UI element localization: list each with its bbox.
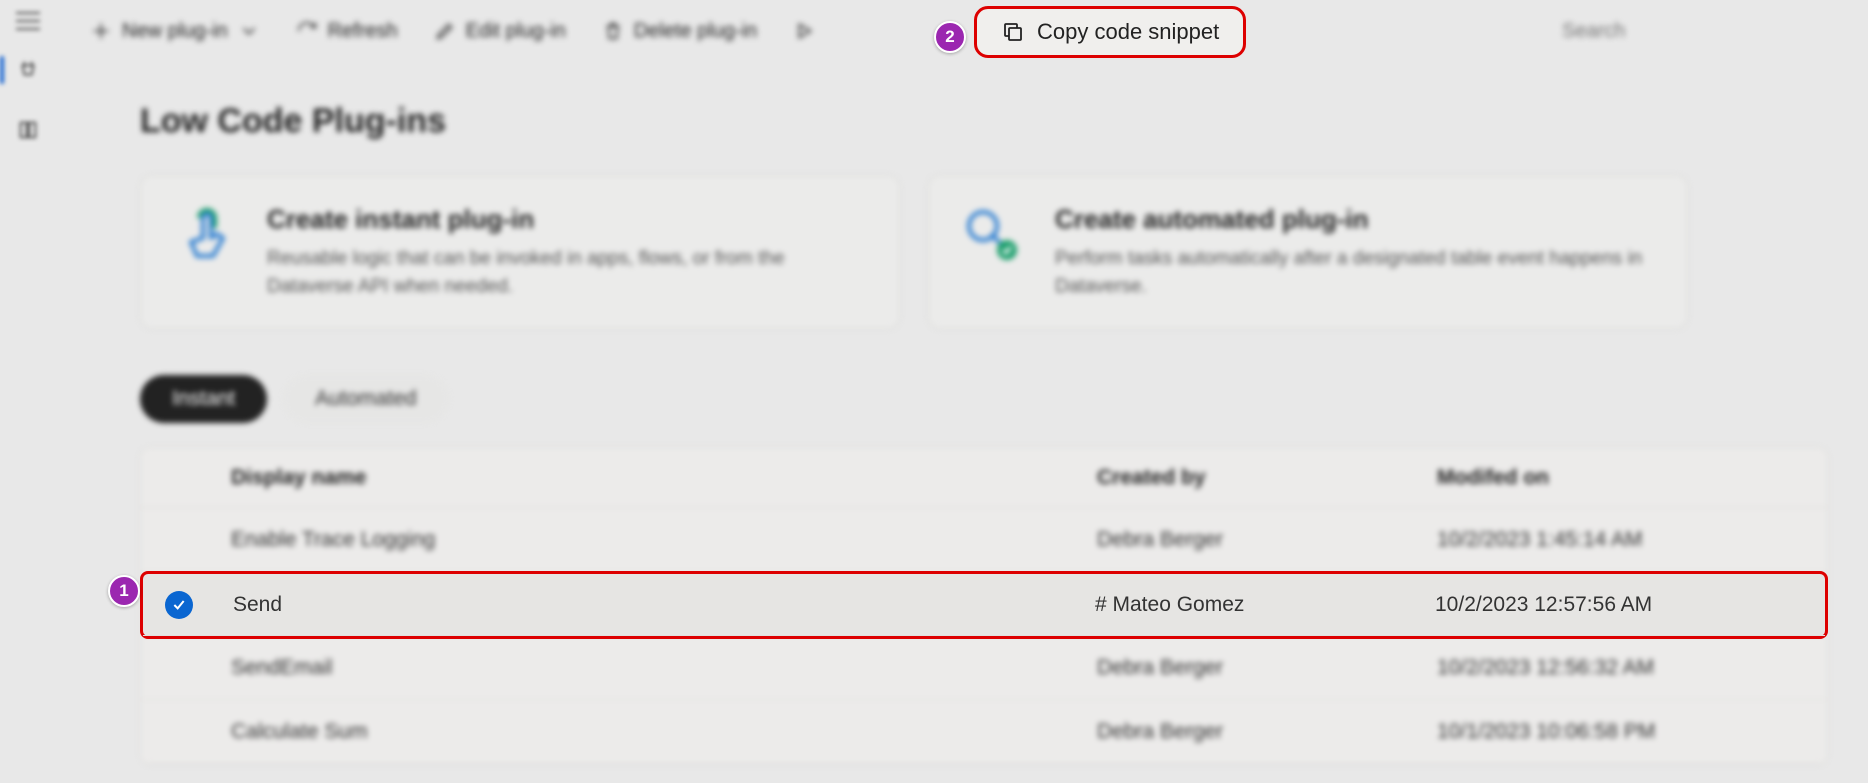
new-plugin-label: New plug-in: [122, 20, 228, 43]
edit-plugin-button[interactable]: Edit plug-in: [418, 12, 582, 51]
automated-card-title: Create automated plug-in: [1055, 204, 1655, 235]
col-modified-on[interactable]: Modifed on: [1437, 466, 1817, 490]
search-input-wrap: [1550, 12, 1850, 51]
selected-row-highlight: Send # Mateo Gomez 10/2/2023 12:57:56 AM: [140, 571, 1828, 639]
create-automated-card[interactable]: Create automated plug-in Perform tasks a…: [928, 175, 1688, 329]
edit-plugin-label: Edit plug-in: [466, 20, 566, 43]
cell-modified-on: 10/1/2023 10:06:58 PM: [1437, 720, 1817, 744]
col-created-by[interactable]: Created by: [1097, 466, 1437, 490]
table-row[interactable]: Calculate Sum Debra Berger 10/1/2023 10:…: [141, 700, 1827, 764]
cell-display-name: Enable Trace Logging: [231, 528, 1097, 552]
tab-instant[interactable]: Instant: [140, 375, 267, 423]
cell-created-by: Debra Berger: [1097, 656, 1437, 680]
table-row-selected[interactable]: Send # Mateo Gomez 10/2/2023 12:57:56 AM: [143, 574, 1825, 636]
search-input[interactable]: [1550, 12, 1850, 51]
cell-modified-on: 10/2/2023 12:57:56 AM: [1435, 593, 1815, 617]
cell-modified-on: 10/2/2023 12:56:32 AM: [1437, 656, 1817, 680]
delete-plugin-label: Delete plug-in: [634, 20, 757, 43]
hamburger-icon[interactable]: [16, 12, 40, 30]
tab-automated[interactable]: Automated: [283, 375, 449, 423]
row-checkmark-icon[interactable]: [165, 591, 193, 619]
col-display-name[interactable]: Display name: [231, 466, 1097, 490]
cell-modified-on: 10/2/2023 1:45:14 AM: [1437, 528, 1817, 552]
copy-snippet-label: Copy code snippet: [1037, 19, 1219, 45]
play-button[interactable]: [777, 12, 831, 50]
cell-display-name: Send: [233, 593, 1095, 617]
cell-created-by: # Mateo Gomez: [1095, 593, 1435, 617]
copy-code-snippet-button[interactable]: Copy code snippet: [974, 6, 1246, 58]
cell-created-by: Debra Berger: [1097, 720, 1437, 744]
rail-plugin-icon[interactable]: [0, 50, 56, 90]
table-row[interactable]: Enable Trace Logging Debra Berger 10/2/2…: [141, 508, 1827, 572]
page-title: Low Code Plug-ins: [140, 102, 1828, 141]
new-plugin-button[interactable]: New plug-in: [74, 12, 276, 51]
delete-plugin-button[interactable]: Delete plug-in: [586, 12, 773, 51]
cell-created-by: Debra Berger: [1097, 528, 1437, 552]
cell-display-name: SendEmail: [231, 656, 1097, 680]
instant-card-desc: Reusable logic that can be invoked in ap…: [267, 245, 867, 300]
left-nav-rail: [0, 0, 56, 783]
tap-icon: [173, 204, 237, 268]
rail-book-icon[interactable]: [0, 110, 56, 150]
callout-badge-1: 1: [108, 575, 140, 607]
callout-badge-2: 2: [934, 21, 966, 53]
cell-display-name: Calculate Sum: [231, 720, 1097, 744]
copy-icon: [1001, 20, 1025, 44]
instant-card-title: Create instant plug-in: [267, 204, 867, 235]
create-instant-card[interactable]: Create instant plug-in Reusable logic th…: [140, 175, 900, 329]
refresh-button[interactable]: Refresh: [280, 12, 414, 51]
plug-icon: [961, 204, 1025, 268]
table-row[interactable]: SendEmail Debra Berger 10/2/2023 12:56:3…: [141, 636, 1827, 700]
automated-card-desc: Perform tasks automatically after a desi…: [1055, 245, 1655, 300]
refresh-label: Refresh: [328, 20, 398, 43]
toolbar: New plug-in Refresh Edit plug-in Delete …: [56, 0, 1868, 62]
chevron-down-icon: [238, 20, 260, 42]
